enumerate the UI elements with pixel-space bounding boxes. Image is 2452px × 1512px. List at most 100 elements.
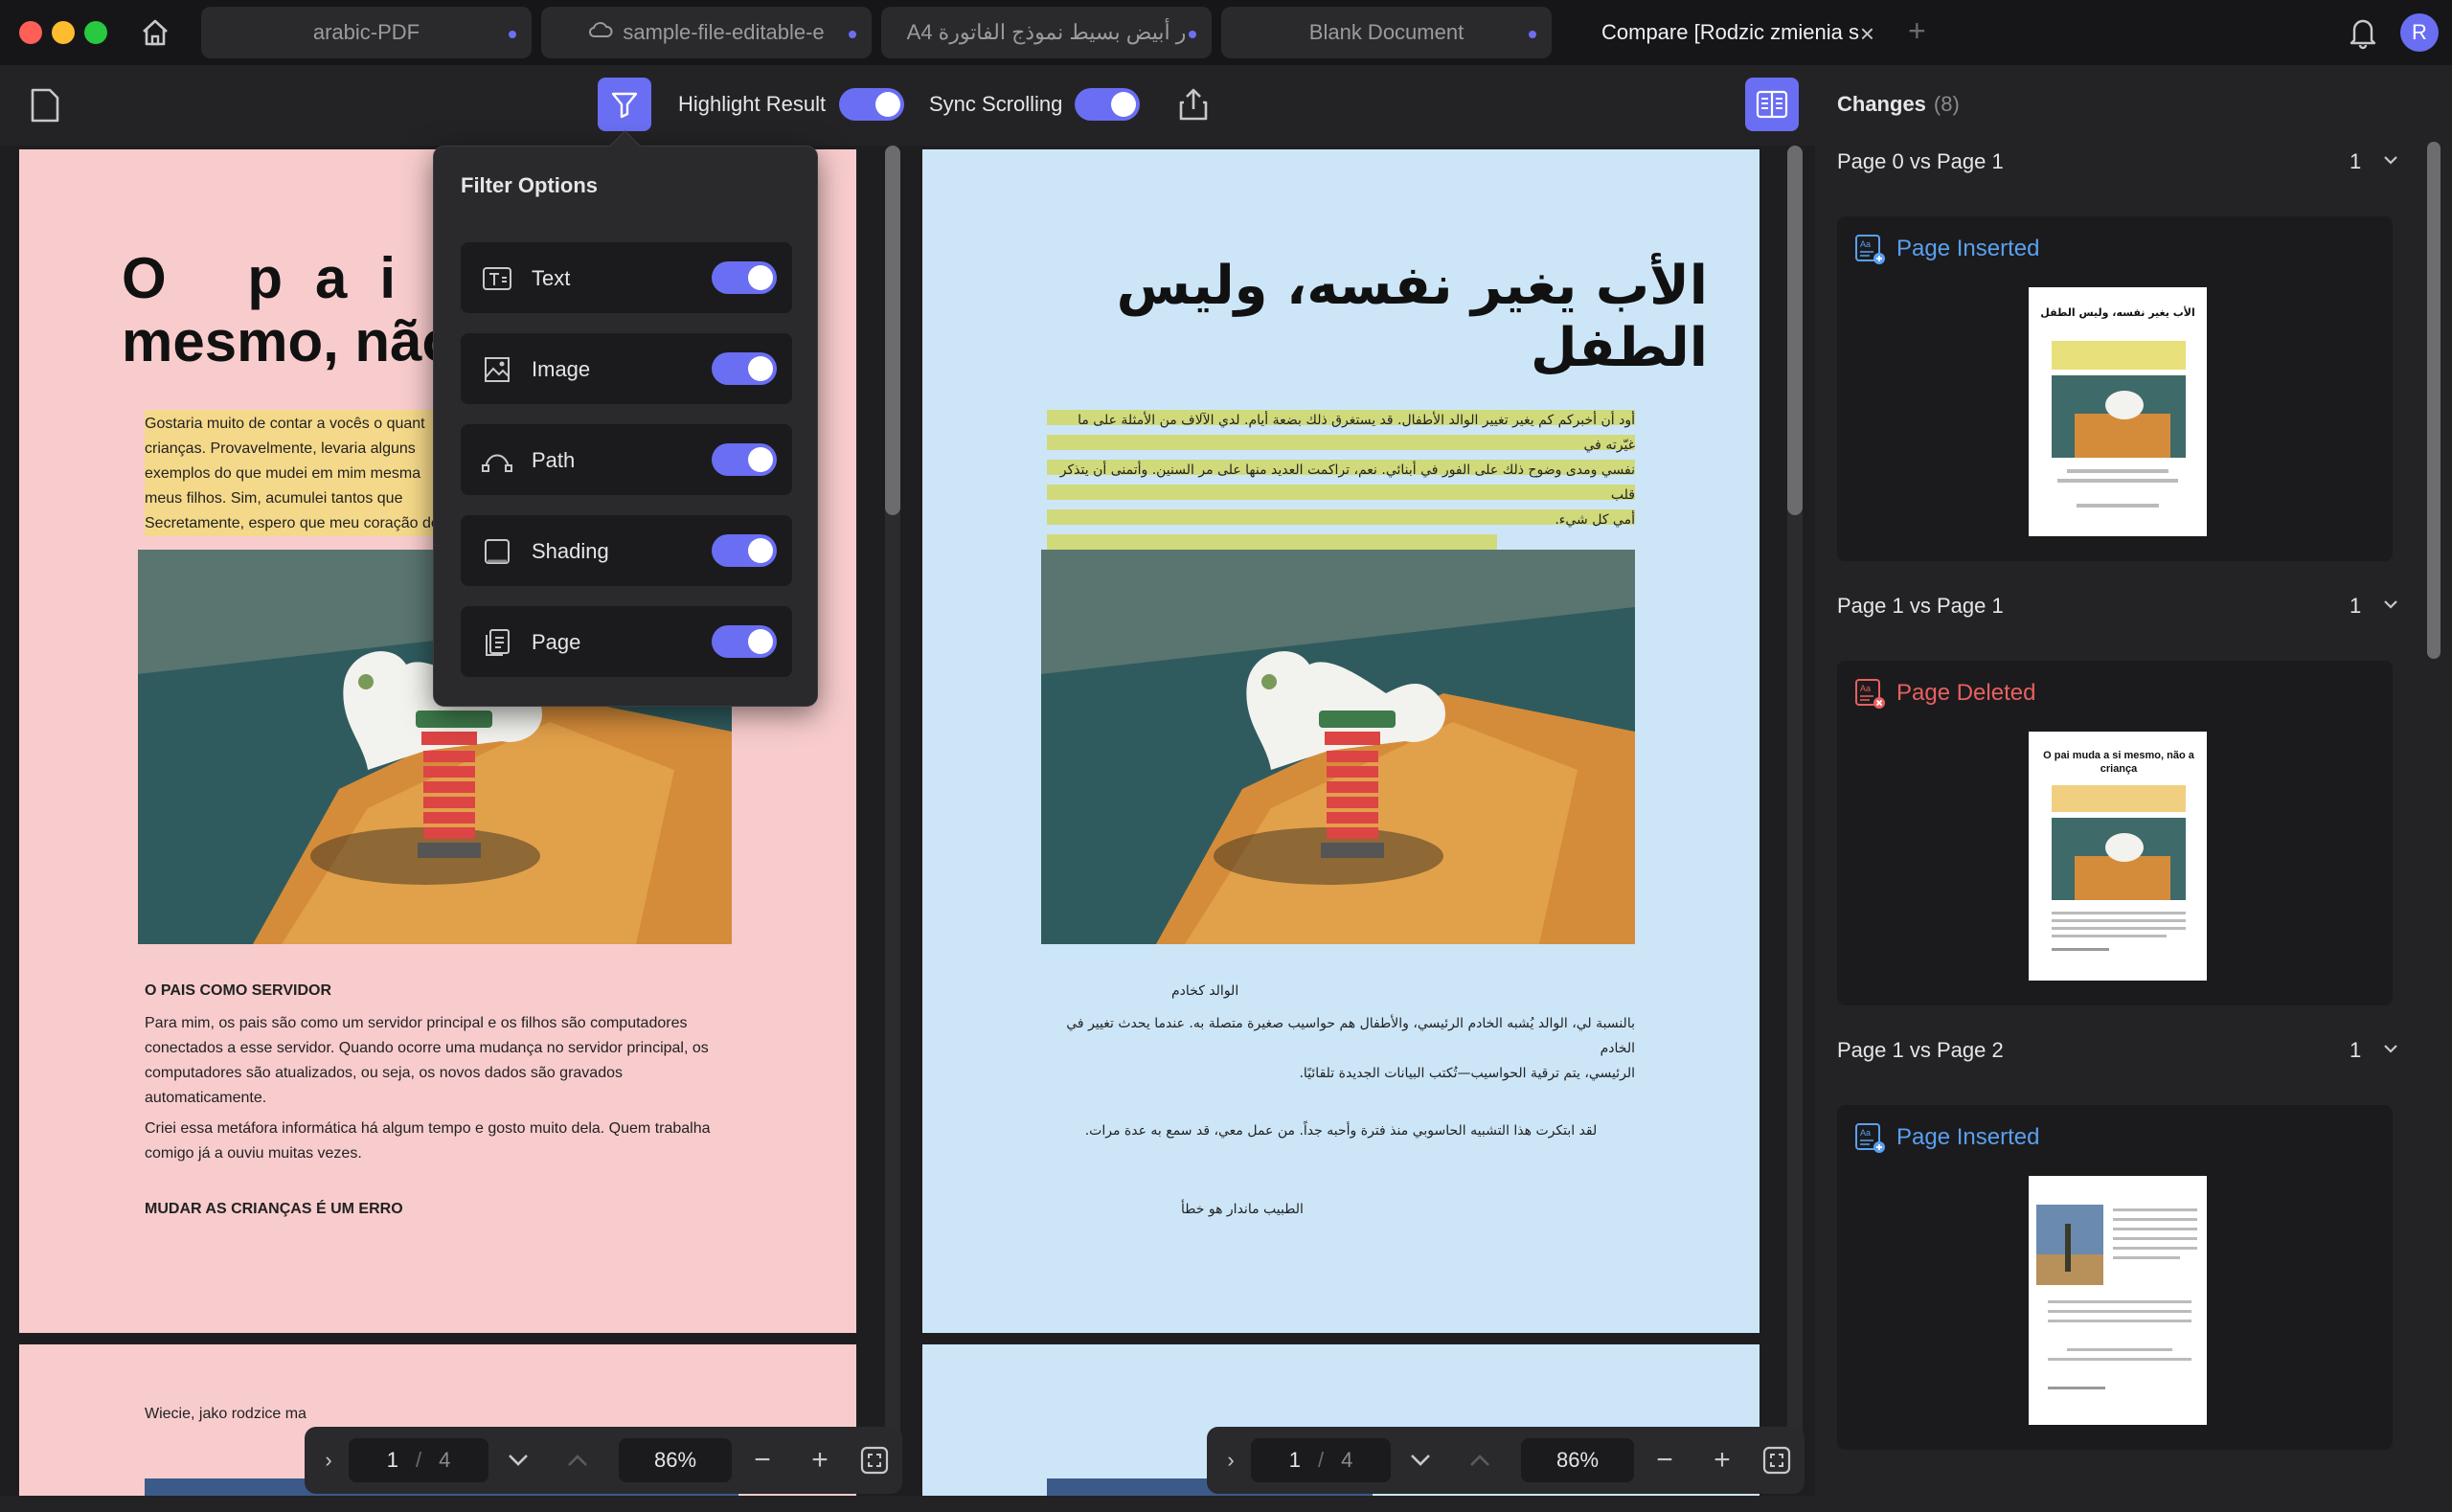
new-tab-button[interactable]: + [1908,13,1926,49]
filter-options-title: Filter Options [461,173,598,197]
filter-options-popover: Filter Options Text Image Path Shading P… [433,146,818,707]
bell-icon[interactable] [2347,15,2379,55]
next-page-icon[interactable] [485,1427,552,1494]
svg-text:Aa: Aa [1860,1128,1871,1138]
change-card-deleted[interactable]: Aa Page Deleted O pai muda a si mesmo, n… [1837,661,2393,1005]
chevron-down-icon[interactable] [2382,1042,2399,1060]
text-compare-icon [483,267,511,290]
zoom-out-icon[interactable]: − [734,1427,791,1494]
side-by-side-button[interactable] [1745,78,1799,131]
left-page-number-field[interactable]: 1 / 4 [349,1438,488,1482]
change-group-count: 1 [2350,149,2362,173]
zoom-window-button[interactable] [84,21,107,44]
text-line: conectados a esse servidor. Quando ocorr… [145,1040,709,1056]
minimize-window-button[interactable] [52,21,75,44]
unsaved-dot-icon [1189,31,1196,38]
change-group-header[interactable]: Page 1 vs Page 1 [1837,594,2004,619]
change-group-count: 1 [2350,594,2362,618]
left-section2-heading: MUDAR AS CRIANÇAS É UM ERRO [145,1201,403,1217]
previous-page-icon[interactable] [544,1427,611,1494]
chevron-right-icon[interactable]: › [1216,1427,1245,1494]
page-inserted-icon: Aa [1855,1123,1885,1153]
right-scroll-thumb[interactable] [1787,146,1803,515]
sidebar-scroll-thumb[interactable] [2427,142,2441,659]
right-page-number-field[interactable]: 1 / 4 [1251,1438,1391,1482]
zoom-out-icon[interactable]: − [1636,1427,1693,1494]
filter-button[interactable] [598,78,651,131]
change-type-label: Page Inserted [1896,236,2040,261]
text-filter-toggle[interactable] [712,261,777,294]
chevron-right-icon[interactable]: › [314,1427,343,1494]
changes-sidebar: Changes (8) Page 0 vs Page 1 1 Aa Page In… [1815,65,2452,1512]
right-zoom-field[interactable]: 86% [1521,1438,1634,1482]
change-card-inserted[interactable]: Aa Page Inserted الأب يغير نفسه، وليس ال… [1837,216,2393,561]
unsaved-dot-icon [849,31,856,38]
text-line: comigo já a ouviu muitas vezes. [145,1145,362,1162]
tab-invoice[interactable]: A4 ‏ر أبيض بسيط نموذج الفاتورة [881,7,1212,58]
filter-option-shading[interactable]: Shading [461,515,792,586]
close-window-button[interactable] [19,21,42,44]
highlight-result-toggle[interactable] [839,88,904,121]
filter-option-image[interactable]: Image [461,333,792,404]
right-page-navigation: › 1 / 4 86% − + [1207,1427,1805,1494]
sync-scrolling-toggle[interactable] [1075,88,1140,121]
thumbnail-title: O pai muda a si mesmo, não a criança [2043,750,2194,775]
filter-option-path[interactable]: Path [461,424,792,495]
document-icon[interactable] [27,86,61,129]
change-group-header[interactable]: Page 1 vs Page 2 [1837,1038,2004,1063]
home-icon[interactable] [136,13,174,52]
zoom-in-icon[interactable]: + [1693,1427,1751,1494]
change-card-inserted[interactable]: Aa Page Inserted [1837,1105,2393,1450]
next-page-icon[interactable] [1387,1427,1454,1494]
previous-page-icon[interactable] [1446,1427,1513,1494]
left-scrollbar[interactable] [885,146,900,1486]
tab-sample-file[interactable]: sample-file-editable-e [541,7,872,58]
chevron-down-icon[interactable] [2382,153,2399,171]
svg-text:Aa: Aa [1860,239,1871,249]
left-page2-text: Wiecie, jako rodzice ma [145,1406,306,1422]
filter-option-page[interactable]: Page [461,606,792,677]
tab-compare[interactable]: Compare [Rodzic zmienia s × [1561,7,1892,58]
current-page: 1 [386,1448,398,1472]
tab-arabic-pdf[interactable]: arabic-PDF [201,7,532,58]
left-page-navigation: › 1 / 4 86% − + [305,1427,902,1494]
close-tab-icon[interactable]: × [1860,19,1874,49]
shading-filter-toggle[interactable] [712,534,777,567]
text-line: Criei essa metáfora informática há algum… [145,1120,711,1137]
filter-option-label: Text [532,266,571,290]
fit-page-icon[interactable] [1749,1427,1805,1494]
zoom-in-icon[interactable]: + [791,1427,849,1494]
user-avatar[interactable]: R [2400,13,2439,52]
thumbnail-title: الأب يغير نفسه، وليس الطفل [2040,306,2195,319]
change-group-count: 1 [2350,1038,2362,1062]
title-bar: arabic-PDF sample-file-editable-e A4 ‏ر … [0,0,2452,65]
thumbnail-highlight [2052,341,2186,370]
share-icon[interactable] [1176,86,1211,127]
unsaved-dot-icon [1529,31,1536,38]
text-line: أمي كل شيء. [1555,512,1635,528]
page-filter-toggle[interactable] [712,625,777,658]
left-zoom-field[interactable]: 86% [619,1438,732,1482]
thumbnail-photo [2036,1205,2103,1285]
left-scroll-thumb[interactable] [885,146,900,515]
highlight-line [1047,534,1497,550]
path-filter-toggle[interactable] [712,443,777,476]
filter-option-text[interactable]: Text [461,242,792,313]
tab-label: arabic-PDF [312,20,420,44]
filter-option-label: Path [532,448,576,472]
highlight-result-label: Highlight Result [678,92,827,116]
right-section1-heading: الوالد كخادم [1171,983,1239,999]
tab-label: Compare [Rodzic zmienia s [1601,20,1859,44]
page-thumbnail: O pai muda a si mesmo, não a criança [2029,732,2207,981]
right-document-pane[interactable]: الأب يغير نفسه، وليس الطفل أود أن أخبركم… [905,146,1815,1496]
tab-blank-document[interactable]: Blank Document [1221,7,1552,58]
right-scrollbar[interactable] [1787,146,1803,1486]
image-filter-toggle[interactable] [712,352,777,385]
chevron-down-icon[interactable] [2382,598,2399,616]
total-pages: 4 [1341,1448,1353,1472]
fit-page-icon[interactable] [847,1427,902,1494]
right-section2-heading: الطبيب ماندار هو خطأ [1181,1202,1304,1217]
change-group-header[interactable]: Page 0 vs Page 1 [1837,149,2004,174]
left-section1-heading: O PAIS COMO SERVIDOR [145,982,331,999]
current-page: 1 [1288,1448,1301,1472]
